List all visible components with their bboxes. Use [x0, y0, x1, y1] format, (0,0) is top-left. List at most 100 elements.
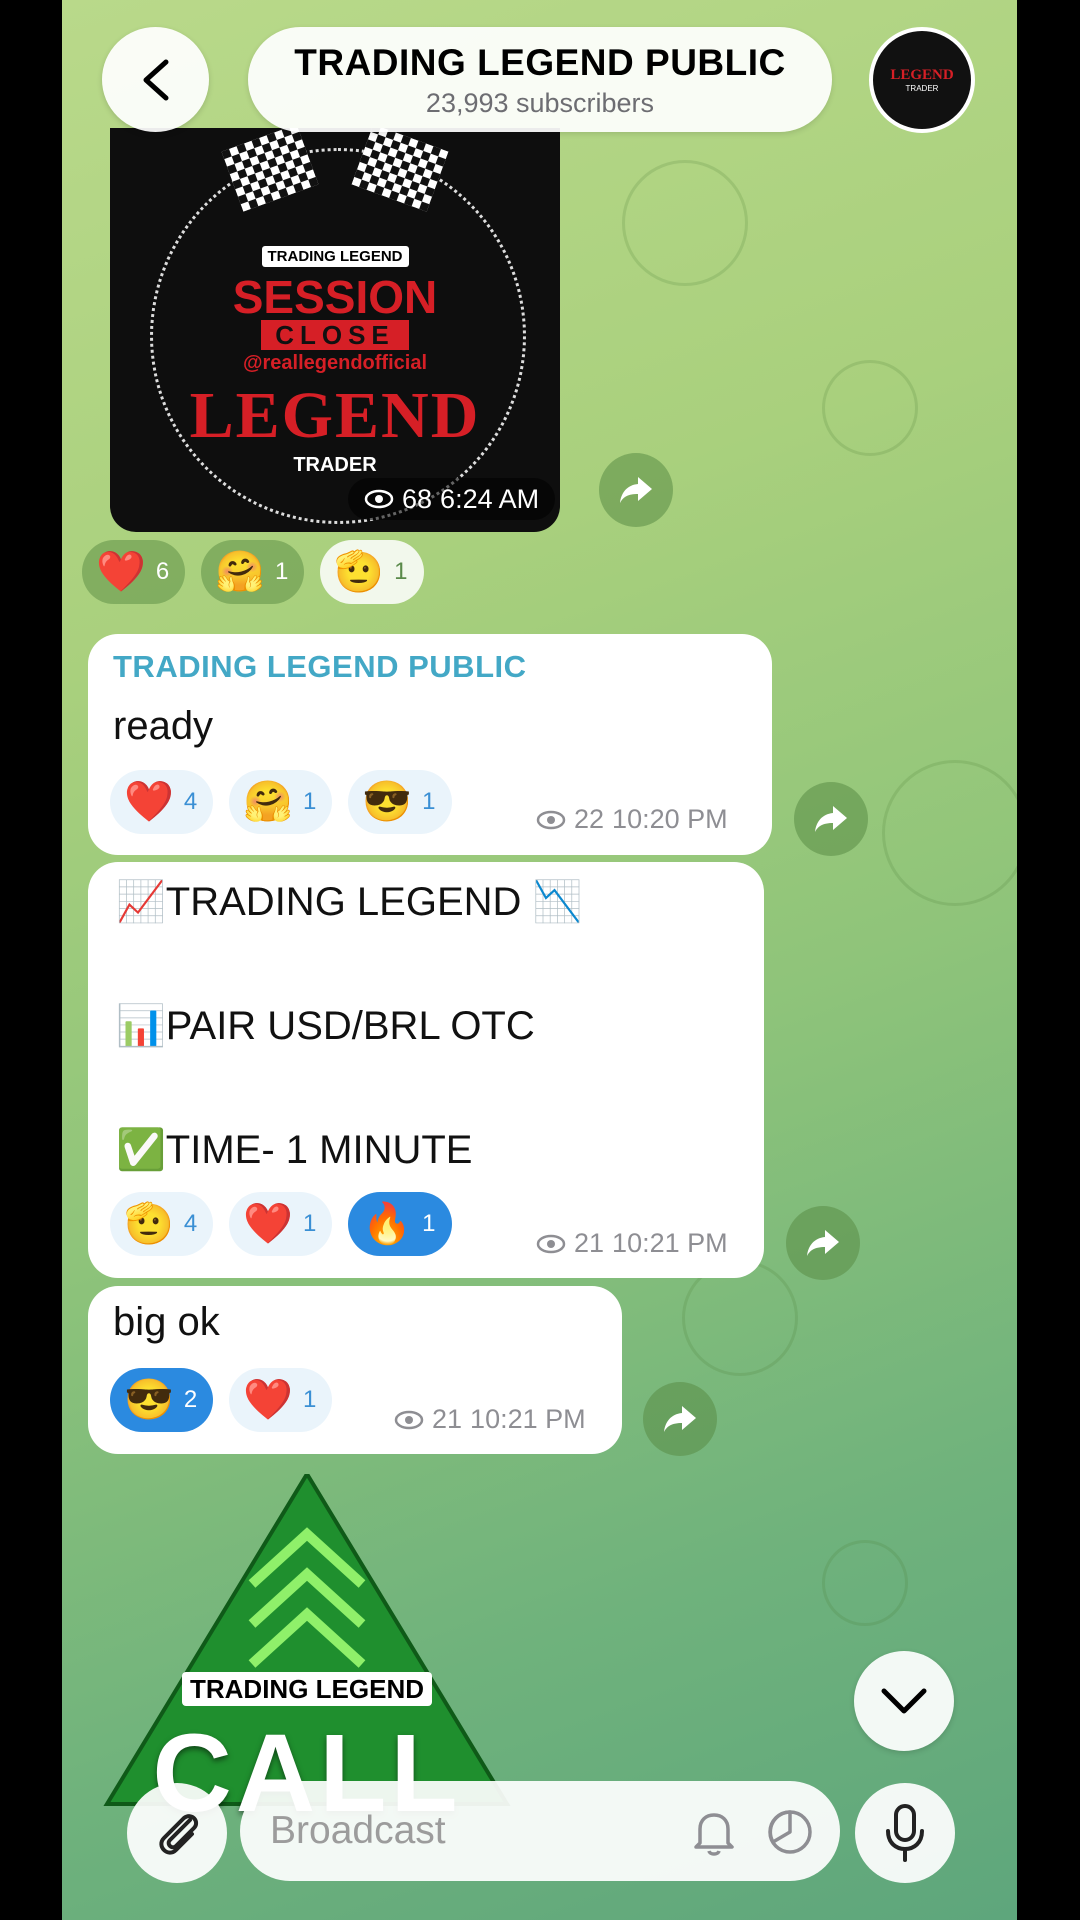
- forward-button[interactable]: [599, 453, 673, 527]
- back-button[interactable]: [102, 27, 209, 132]
- avatar-text: LEGEND: [890, 67, 954, 83]
- reaction-emoji: ❤️: [96, 550, 146, 594]
- forward-button[interactable]: [794, 782, 868, 856]
- reaction-count: 4: [183, 788, 198, 815]
- reaction-emoji: ❤️: [243, 1202, 293, 1246]
- reaction-emoji: ❤️: [243, 1378, 293, 1422]
- wallpaper-doodle: [822, 1540, 908, 1626]
- view-count: 22: [574, 804, 605, 834]
- message-text-line: ✅TIME- 1 MINUTE: [116, 1128, 473, 1172]
- reaction-count: 1: [422, 788, 436, 815]
- attach-button[interactable]: [127, 1783, 227, 1883]
- microphone-button[interactable]: [855, 1783, 955, 1883]
- message-time: 10:20 PM: [612, 804, 728, 834]
- reaction-count: 1: [422, 1210, 436, 1237]
- share-arrow-icon: [807, 1230, 839, 1256]
- message-text-line: 📈TRADING LEGEND 📉: [116, 880, 583, 924]
- message-input[interactable]: Broadcast: [240, 1781, 840, 1881]
- eye-icon: [536, 1234, 566, 1253]
- forward-button[interactable]: [786, 1206, 860, 1280]
- reaction-chip-selected[interactable]: 🫡 1: [320, 540, 424, 604]
- chat-screen: TRADING LEGEND SESSION CLOSE @reallegend…: [62, 0, 1017, 1920]
- message-text: ready: [113, 704, 214, 748]
- message-bubble[interactable]: big ok 😎 2 ❤️ 1 21 10:21 PM: [88, 1286, 622, 1454]
- share-arrow-icon: [815, 806, 847, 832]
- reaction-chip-selected[interactable]: 🔥 1: [348, 1192, 452, 1256]
- reaction-chip[interactable]: 🤗 1: [201, 540, 305, 604]
- chat-title: TRADING LEGEND PUBLIC: [294, 42, 786, 83]
- eye-icon: [536, 810, 566, 829]
- call-image-label: TRADING LEGEND: [102, 1672, 512, 1706]
- eye-icon: [364, 489, 394, 509]
- image-label-handle: @reallegendofficial: [243, 352, 427, 374]
- reaction-chip[interactable]: ❤️ 4: [110, 770, 214, 834]
- view-count: 68: [402, 483, 433, 514]
- reaction-chip[interactable]: 🫡 4: [110, 1192, 214, 1256]
- chevron-left-icon: [143, 59, 168, 100]
- reaction-row: 😎 2 ❤️ 1: [110, 1368, 333, 1432]
- reaction-chip[interactable]: ❤️ 1: [229, 1368, 333, 1432]
- reaction-emoji: 🤗: [243, 780, 293, 824]
- eye-icon: [394, 1410, 424, 1429]
- reaction-count: 1: [394, 558, 408, 585]
- reaction-count: 4: [183, 1210, 198, 1237]
- message-meta: 22 10:20 PM: [536, 804, 728, 835]
- image-label-trader: TRADER: [293, 454, 377, 476]
- wallpaper-doodle: [882, 760, 1017, 906]
- channel-avatar[interactable]: LEGEND TRADER: [869, 27, 975, 133]
- session-close-image[interactable]: TRADING LEGEND SESSION CLOSE @reallegend…: [110, 128, 560, 532]
- reaction-emoji: 🫡: [124, 1202, 174, 1246]
- message-meta: 21 10:21 PM: [394, 1404, 586, 1435]
- call-signal-image[interactable]: TRADING LEGEND CALL: [102, 1470, 512, 1835]
- message-bubble[interactable]: 📈TRADING LEGEND 📉 📊PAIR USD/BRL OTC ✅TIM…: [88, 862, 764, 1278]
- message-text-line: 📊PAIR USD/BRL OTC: [116, 1004, 535, 1048]
- forward-button[interactable]: [643, 1382, 717, 1456]
- subscriber-count: 23,993 subscribers: [425, 88, 655, 118]
- paperclip-icon: [159, 1814, 199, 1855]
- sender-name[interactable]: TRADING LEGEND PUBLIC: [113, 649, 527, 685]
- message-time: 10:21 PM: [470, 1404, 586, 1434]
- reaction-count: 1: [302, 788, 317, 815]
- reaction-chip[interactable]: ❤️ 6: [82, 540, 186, 604]
- reaction-emoji: 🔥: [362, 1202, 413, 1246]
- reaction-chip[interactable]: 🤗 1: [229, 770, 333, 834]
- reaction-chip[interactable]: 😎 1: [348, 770, 452, 834]
- message-time: 6:24 AM: [440, 483, 540, 514]
- reaction-count: 1: [302, 1386, 317, 1413]
- image-label-top-text: TRADING LEGEND: [261, 246, 409, 267]
- message-text: big ok: [113, 1300, 220, 1344]
- chevron-down-icon: [881, 1688, 927, 1714]
- reaction-emoji: 😎: [362, 780, 413, 824]
- view-count: 21: [574, 1228, 605, 1258]
- reaction-emoji: 🫡: [334, 550, 385, 594]
- scroll-to-bottom-button[interactable]: [854, 1651, 954, 1751]
- wallpaper-doodle: [822, 360, 918, 456]
- reaction-count: 6: [155, 558, 170, 585]
- image-label-session: SESSION: [232, 271, 438, 323]
- chat-title-pill[interactable]: TRADING LEGEND PUBLIC 23,993 subscribers: [248, 27, 832, 132]
- reaction-count: 2: [183, 1386, 198, 1413]
- image-label-close: CLOSE: [110, 320, 560, 351]
- share-arrow-icon: [664, 1406, 696, 1432]
- reaction-emoji: ❤️: [124, 780, 174, 824]
- reaction-count: 1: [302, 1210, 317, 1237]
- call-image-label-text: TRADING LEGEND: [182, 1672, 432, 1706]
- message-bubble[interactable]: TRADING LEGEND PUBLIC ready ❤️ 4 🤗 1 😎 1 22…: [88, 634, 772, 855]
- reaction-count: 1: [274, 558, 289, 585]
- wallpaper-doodle: [622, 160, 748, 286]
- reaction-emoji: 🤗: [215, 550, 265, 594]
- image-label-top: TRADING LEGEND: [110, 246, 560, 267]
- message-time: 10:21 PM: [612, 1228, 728, 1258]
- image-label-legend: LEGEND: [189, 379, 481, 452]
- reaction-chip-selected[interactable]: 😎 2: [110, 1368, 214, 1432]
- reaction-emoji: 😎: [124, 1378, 174, 1422]
- reaction-chip[interactable]: ❤️ 1: [229, 1192, 333, 1256]
- message-meta: 21 10:21 PM: [536, 1228, 728, 1259]
- avatar-subtext: TRADER: [905, 84, 939, 93]
- timer-icon[interactable]: [765, 1807, 815, 1857]
- bell-icon[interactable]: [692, 1809, 736, 1857]
- view-count: 21: [432, 1404, 463, 1434]
- image-label-close-text: CLOSE: [261, 320, 409, 350]
- reaction-row: ❤️ 6 🤗 1 🫡 1: [82, 540, 424, 604]
- share-arrow-icon: [620, 477, 652, 503]
